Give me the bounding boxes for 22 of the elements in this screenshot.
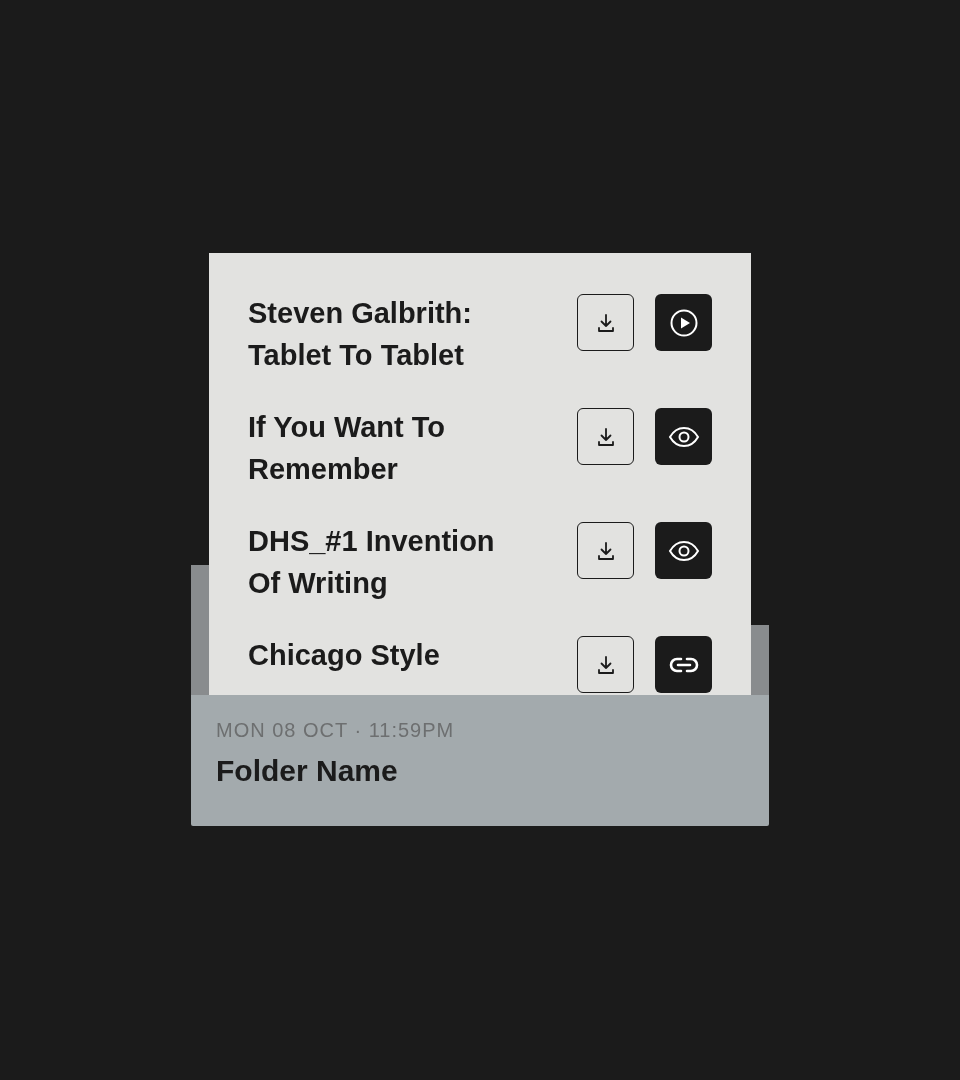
view-button[interactable]	[655, 408, 712, 465]
eye-icon	[667, 539, 700, 562]
play-button[interactable]	[655, 294, 712, 351]
download-button[interactable]	[577, 408, 634, 465]
link-icon	[668, 655, 699, 674]
file-title: If You Want To	[248, 410, 446, 445]
file-title: Of Writing	[248, 566, 389, 601]
view-button[interactable]	[655, 522, 712, 579]
file-title: Chicago Style	[248, 638, 440, 673]
file-title: Tablet To Tablet	[248, 338, 465, 373]
folder-name: Folder Name	[216, 754, 399, 788]
eye-icon	[667, 425, 700, 448]
file-title: Steven Galbrith:	[248, 296, 472, 331]
folder-date: MON 08 OCT · 11:59PM	[216, 719, 456, 742]
link-button[interactable]	[655, 636, 712, 693]
file-title: Remember	[248, 452, 399, 487]
file-title: DHS_#1 Invention	[248, 524, 495, 559]
folder-back	[751, 625, 769, 695]
download-button[interactable]	[577, 636, 634, 693]
download-button[interactable]	[577, 294, 634, 351]
download-button[interactable]	[577, 522, 634, 579]
play-icon	[668, 307, 699, 338]
